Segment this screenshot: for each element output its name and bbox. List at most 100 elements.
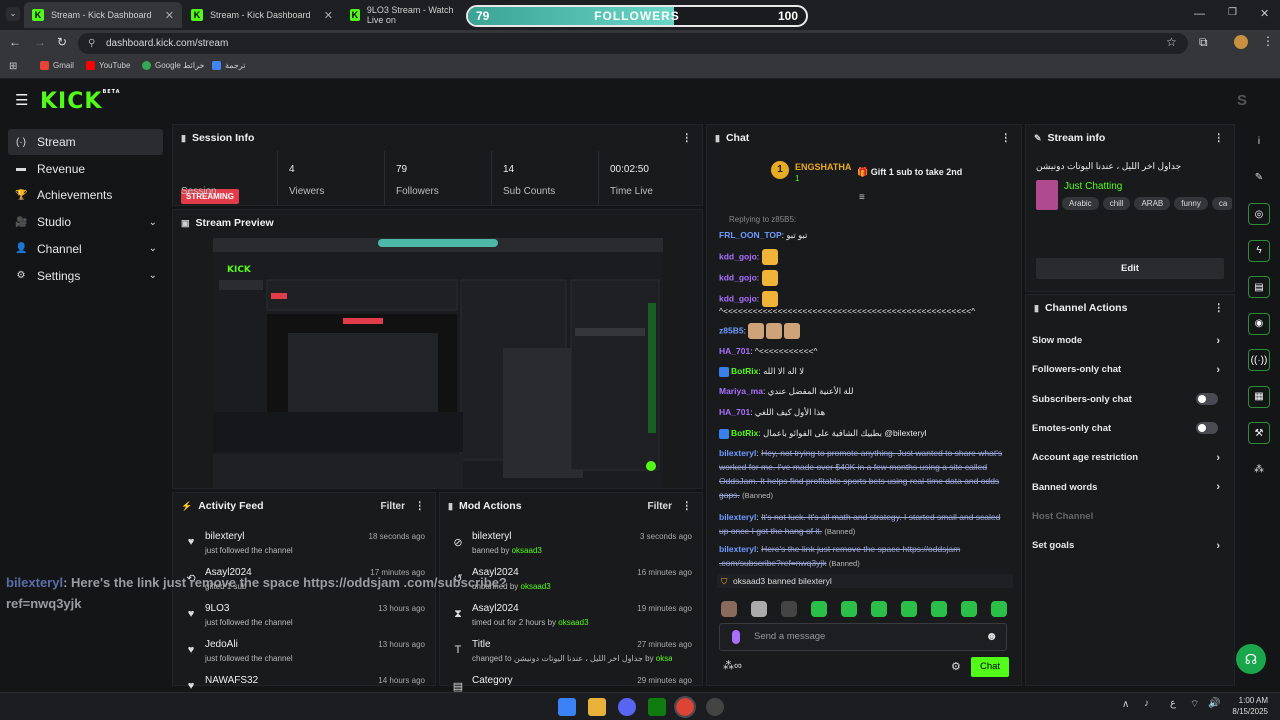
browser-window-icon[interactable]: ▦ [1248,385,1270,408]
browser-tab-2[interactable]: K Stream - Kick Dashboard ✕ [183,2,341,28]
activity-filter-button[interactable]: Filter [381,501,405,512]
discord-icon[interactable] [618,698,636,716]
gift-sub-prompt[interactable]: 🎁 Gift 1 sub to take 2nd [857,167,962,178]
chat-message[interactable]: HA_701: ^<<<<<<<<<<<^ [719,344,1009,358]
activity-user[interactable]: bilexteryl [205,531,244,542]
chrome-icon[interactable] [674,696,696,718]
quick-emote-icon[interactable] [721,601,737,617]
chat-username[interactable]: kdd_gojo [719,272,757,282]
chat-message[interactable]: Mariya_ma: للة الأعنية المفضل عندي [719,384,1009,398]
sidebar-item-settings[interactable]: ⚙ Settings ⌄ [8,263,163,289]
chat-message[interactable]: kdd_gojo: [719,249,1009,265]
channel-action-set-goals[interactable]: Set goals › [1032,531,1224,560]
toggle-switch[interactable] [1196,422,1218,435]
stream-info-menu-icon[interactable]: ⋮ [1214,132,1225,144]
clock-date[interactable]: 8/15/2025 [1226,707,1268,716]
minimize-icon[interactable]: — [1194,8,1205,20]
support-headset-icon[interactable]: ☊ [1236,644,1266,674]
chevron-down-icon[interactable]: ⌄ [149,270,157,281]
stream-tag[interactable]: Arabic [1062,197,1099,210]
extensions-icon[interactable]: ⧉ [1199,35,1208,50]
moderator-name[interactable]: oksaad3 [512,546,542,555]
bookmark-youtube[interactable]: YouTube [86,61,130,70]
info-icon[interactable]: i [1248,130,1270,152]
moderator-name[interactable]: oksaad3 [656,654,672,663]
quick-emote-icon[interactable] [991,601,1007,617]
chat-message[interactable]: BotRix: بطبيك الشافية على الفوائو باعمال… [719,426,1009,440]
chat-message[interactable]: bilexteryl: It's not luck. It's all math… [719,510,1009,539]
activity-row[interactable]: ♥ bilexteryl just followed the channel 18 s… [173,527,435,563]
kick-logo[interactable]: KICKBETA [40,89,121,114]
browser-tab-1[interactable]: K Stream - Kick Dashboard ✕ [24,2,182,28]
chat-message[interactable]: bilexteryl: Here's the link just remove … [719,542,1009,571]
chevron-down-icon[interactable]: ⌄ [149,243,157,254]
chevron-right-icon[interactable]: › [1216,335,1220,347]
quick-emote-icon[interactable] [751,601,767,617]
mic-icon[interactable] [732,630,740,644]
quick-emote-icon[interactable] [961,601,977,617]
bookmark-translate[interactable]: ترجمة [212,61,246,70]
sidebar-item-channel[interactable]: 👤 Channel ⌄ [8,236,163,262]
chevron-right-icon[interactable]: › [1216,452,1220,464]
mod-target[interactable]: Category [472,675,513,686]
sidebar-item-achievements[interactable]: 🏆 Achievements [8,182,163,208]
channel-action-banned-words[interactable]: Banned words › [1032,473,1224,502]
chat-message[interactable]: z85B5: [719,323,1009,339]
category-name[interactable]: Just Chatting [1064,181,1122,192]
user-avatar[interactable]: S [1237,92,1247,109]
chevron-down-icon[interactable]: ⌄ [149,217,157,228]
stream-preview-video[interactable]: KICK [213,238,663,488]
restore-icon[interactable]: ❐ [1228,7,1237,18]
mod-target[interactable]: Title [472,639,491,650]
mod-action-row[interactable]: ⊘ bilexteryl banned by oksaad3 3 seconds ag… [440,527,702,563]
moderator-name[interactable]: oksaad3 [558,618,588,627]
chat-message[interactable]: FRL_OON_TOP: تبو تبو [719,228,1009,242]
session-menu-icon[interactable]: ⋮ [682,132,693,144]
close-tab-icon[interactable]: ✕ [165,9,174,22]
broadcast-icon[interactable]: ((·)) [1248,349,1270,371]
reload-icon[interactable]: ↻ [57,35,67,49]
pinned-gifter-name[interactable]: ENGSHATHA [795,162,851,172]
chat-username[interactable]: HA_701 [719,407,750,417]
chat-menu-icon[interactable]: ⋮ [1001,132,1012,144]
browser-tab-3[interactable]: K 9LO3 Stream - Watch Live on [342,2,472,28]
stream-tag[interactable]: ARAB [1134,197,1171,210]
toggle-switch[interactable] [1196,393,1218,406]
quick-emote-icon[interactable] [871,601,887,617]
activity-user[interactable]: JedoAli [205,639,238,650]
chat-message[interactable]: BotRix: لا اله الا الله [719,364,1009,378]
bookmark-gmail[interactable]: Gmail [40,61,74,70]
xbox-icon[interactable] [648,698,666,716]
activity-row[interactable]: ♥ JedoAli just followed the channel 13 hour… [173,635,435,671]
site-info-icon[interactable]: ⚲ [88,33,95,54]
close-window-icon[interactable]: ✕ [1260,7,1269,20]
channel-actions-menu-icon[interactable]: ⋮ [1214,302,1225,314]
quick-emote-icon[interactable] [931,601,947,617]
chevron-right-icon[interactable]: › [1216,481,1220,493]
chat-username[interactable]: kdd_gojo [719,293,757,303]
obs-icon[interactable] [706,698,724,716]
channel-action-slow-mode[interactable]: Slow mode › [1032,326,1224,355]
chat-username[interactable]: Mariya_ma [719,386,763,396]
bolt-icon[interactable]: ϟ [1248,239,1270,262]
mod-filter-button[interactable]: Filter [648,501,672,512]
mod-target[interactable]: bilexteryl [472,531,511,542]
document-icon[interactable]: ▤ [1248,276,1270,298]
volume-icon[interactable]: 🔊 [1208,698,1220,709]
back-icon[interactable]: ← [9,35,21,49]
stream-tag[interactable]: chill [1102,197,1131,210]
sidebar-item-revenue[interactable]: ▬ Revenue [8,156,163,182]
chat-username[interactable]: FRL_OON_TOP [719,230,782,240]
chevron-right-icon[interactable]: › [1216,364,1220,376]
activity-menu-icon[interactable]: ⋮ [415,500,426,512]
chat-settings-icon[interactable]: ⚙ [951,660,961,673]
chat-username[interactable]: bilexteryl [719,448,756,458]
channel-action-subscribers-only-chat[interactable]: Subscribers-only chat [1032,385,1224,414]
chat-username[interactable]: BotRix [731,428,758,438]
profile-avatar[interactable] [1234,35,1248,49]
file-explorer-icon[interactable] [588,698,606,716]
chat-message[interactable]: kdd_gojo: [719,270,1009,286]
chevron-right-icon[interactable]: › [1216,540,1220,552]
wrench-icon[interactable]: ⚒ [1248,422,1270,444]
apps-icon[interactable]: ⁂ [1248,459,1270,481]
